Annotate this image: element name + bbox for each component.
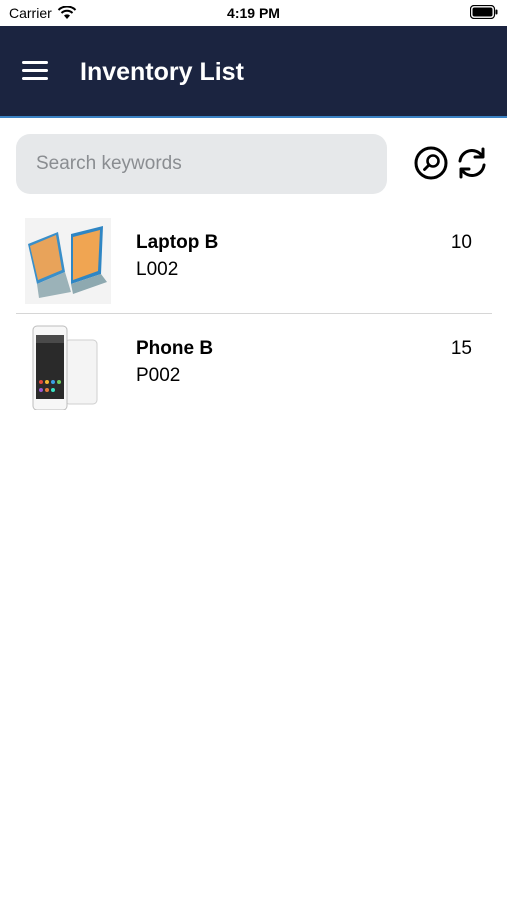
refresh-icon[interactable] <box>455 146 489 180</box>
status-time: 4:19 PM <box>227 5 280 21</box>
hamburger-menu-icon[interactable] <box>22 61 48 83</box>
list-item[interactable]: Laptop B L002 10 <box>16 208 492 314</box>
search-icon[interactable] <box>414 146 448 180</box>
item-code: P002 <box>136 365 181 386</box>
search-input[interactable] <box>16 134 387 194</box>
phone-image <box>25 324 111 410</box>
item-quantity: 10 <box>450 232 472 253</box>
item-name: Phone B <box>136 338 214 359</box>
app-header: Inventory List <box>0 26 507 118</box>
page-title: Inventory List <box>80 58 244 86</box>
inventory-list: Laptop B L002 10 Phone B P002 15 <box>16 208 492 420</box>
item-code: L002 <box>136 259 179 280</box>
item-quantity: 15 <box>450 338 472 359</box>
battery-icon <box>470 5 498 19</box>
status-bar: Carrier 4:19 PM <box>0 0 507 26</box>
list-item[interactable]: Phone B P002 15 <box>16 314 492 420</box>
laptop-image <box>25 218 111 304</box>
item-name: Laptop B <box>136 232 219 253</box>
search-box <box>16 134 387 194</box>
